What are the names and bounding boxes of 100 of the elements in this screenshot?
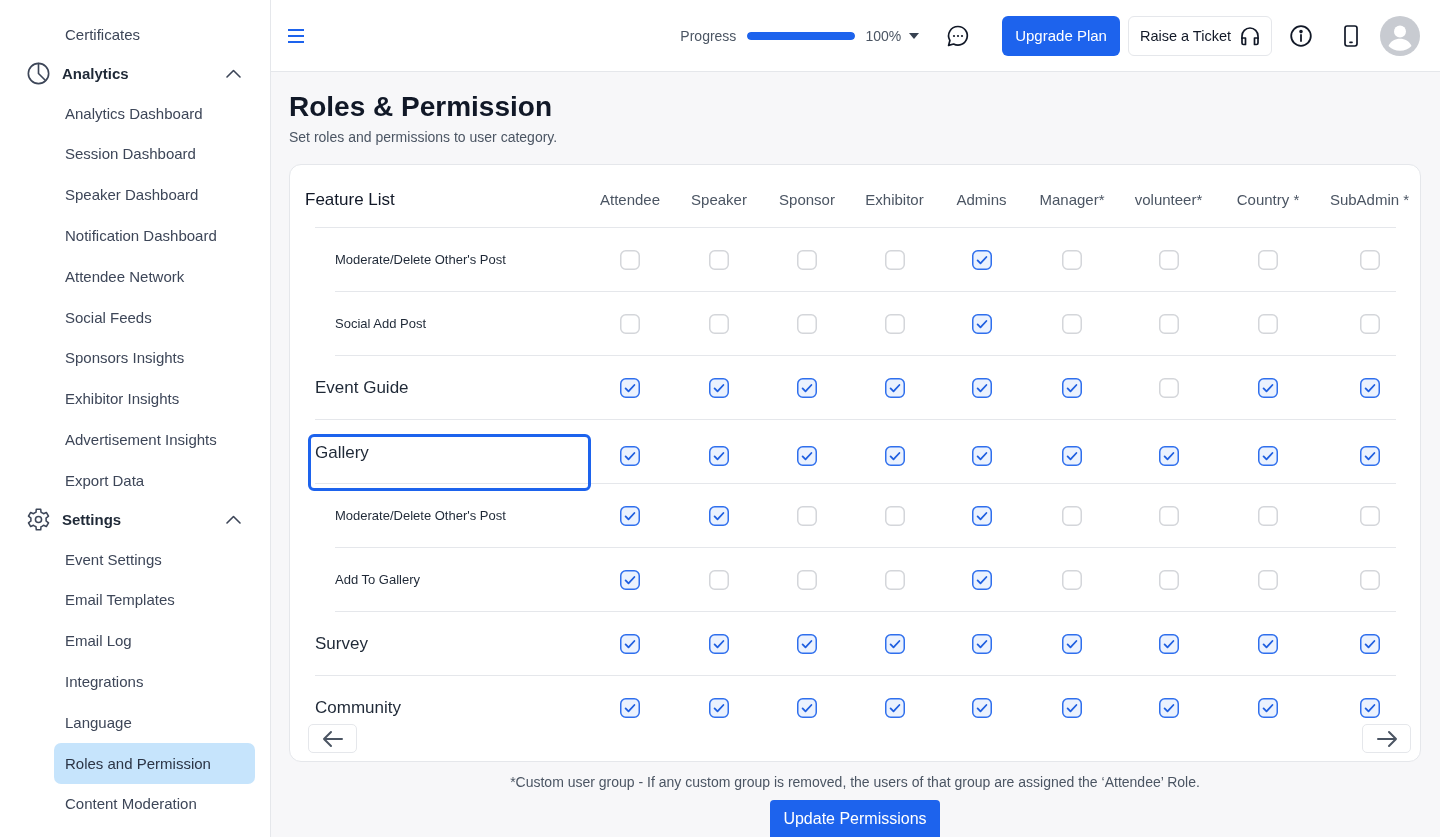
sidebar-item[interactable]: Attendee Network bbox=[54, 256, 255, 297]
checkbox[interactable] bbox=[797, 377, 817, 398]
sidebar-item[interactable]: Sponsors Insights bbox=[54, 337, 255, 379]
column-header: Exhibitor bbox=[865, 191, 924, 208]
checkbox[interactable] bbox=[1359, 633, 1380, 654]
page-subtitle: Set roles and permissions to user category. bbox=[289, 128, 558, 147]
checkbox[interactable] bbox=[971, 249, 992, 270]
sidebar-item[interactable]: Language bbox=[54, 701, 255, 743]
checkbox[interactable] bbox=[620, 697, 640, 718]
checkbox[interactable] bbox=[620, 445, 640, 466]
chat-bubble-icon[interactable] bbox=[946, 23, 971, 48]
sidebar-item[interactable]: Session Dashboard bbox=[54, 133, 255, 175]
sidebar-item[interactable]: Speaker Dashboard bbox=[54, 174, 255, 216]
column-header: SubAdmin * bbox=[1329, 191, 1410, 208]
sidebar-item[interactable]: Roles and Permission bbox=[54, 742, 255, 784]
permission-label: Add To Gallery bbox=[335, 572, 421, 587]
checkbox[interactable] bbox=[709, 505, 729, 526]
checkbox[interactable] bbox=[1158, 633, 1179, 654]
column-header: volunteer* bbox=[1134, 191, 1203, 208]
checkbox[interactable] bbox=[709, 377, 729, 398]
checkbox[interactable] bbox=[620, 633, 640, 654]
checkbox[interactable] bbox=[884, 377, 905, 398]
checkbox[interactable] bbox=[1258, 633, 1278, 654]
checkbox[interactable] bbox=[1258, 445, 1278, 466]
checkbox[interactable] bbox=[620, 505, 640, 526]
column-header: Country * bbox=[1236, 191, 1300, 208]
sidebar-item[interactable]: Email Templates bbox=[54, 579, 255, 621]
checkbox[interactable] bbox=[971, 445, 992, 466]
sidebar-item[interactable]: Email Log bbox=[54, 620, 255, 662]
checkbox[interactable] bbox=[620, 377, 640, 398]
checkbox[interactable] bbox=[971, 633, 992, 654]
sidebar-item[interactable]: Export Data bbox=[54, 459, 255, 501]
menu-icon[interactable] bbox=[288, 28, 304, 43]
checkbox[interactable] bbox=[971, 377, 992, 398]
sidebar-item[interactable]: Integrations bbox=[54, 661, 255, 702]
footnote-text: *Custom user group - If any custom group is removed, the users of that group are assigned the ‘Attendee’ Role. bbox=[510, 773, 1200, 792]
sidebar-item[interactable]: Exhibitor Insights bbox=[54, 378, 255, 420]
scroll-left-button[interactable] bbox=[308, 724, 357, 753]
checkbox[interactable] bbox=[1359, 377, 1380, 398]
sidebar-item[interactable]: Social Feeds bbox=[54, 296, 255, 338]
update-permissions-button[interactable]: Update Permissions bbox=[770, 800, 940, 837]
pie-chart-icon bbox=[27, 62, 50, 86]
sidebar-item[interactable]: Analytics Dashboard bbox=[54, 92, 255, 134]
info-icon[interactable] bbox=[1290, 24, 1312, 47]
checkbox[interactable] bbox=[971, 313, 992, 334]
scroll-right-button[interactable] bbox=[1362, 724, 1411, 753]
checkbox[interactable] bbox=[971, 569, 992, 590]
feature-label: Survey bbox=[315, 633, 368, 654]
feature-label: Gallery bbox=[308, 434, 591, 491]
gear-icon bbox=[27, 508, 50, 532]
checkbox[interactable] bbox=[1258, 697, 1278, 718]
feature-label: Community bbox=[315, 697, 401, 718]
checkbox[interactable] bbox=[1359, 445, 1380, 466]
checkbox[interactable] bbox=[620, 569, 640, 590]
checkbox[interactable] bbox=[1062, 633, 1082, 654]
column-header: Sponsor bbox=[779, 191, 835, 208]
column-header: Manager* bbox=[1039, 191, 1105, 208]
column-header: Attendee bbox=[599, 191, 661, 208]
mobile-phone-icon[interactable] bbox=[1344, 24, 1358, 47]
checkbox[interactable] bbox=[1158, 445, 1179, 466]
feature-label: Event Guide bbox=[315, 377, 409, 398]
sidebar-item[interactable]: Advertisement Insights bbox=[54, 419, 255, 460]
column-header: Feature List bbox=[305, 189, 395, 210]
progress-label: Progress bbox=[680, 27, 737, 44]
upgrade-plan-button[interactable]: Upgrade Plan bbox=[1002, 15, 1120, 56]
permission-label: Moderate/Delete Other's Post bbox=[335, 508, 506, 523]
permission-label: Moderate/Delete Other's Post bbox=[335, 252, 506, 267]
checkbox[interactable] bbox=[884, 633, 905, 654]
sidebar-group-toggle[interactable]: Analytics bbox=[27, 54, 241, 93]
checkbox[interactable] bbox=[709, 445, 729, 466]
sidebar-item[interactable]: Notification Dashboard bbox=[54, 215, 255, 256]
checkbox[interactable] bbox=[1258, 377, 1278, 398]
column-header: Speaker bbox=[691, 191, 747, 208]
column-header: Admins bbox=[956, 191, 1007, 208]
checkbox[interactable] bbox=[971, 697, 992, 718]
arrow-right-icon bbox=[1375, 728, 1398, 749]
checkbox[interactable] bbox=[884, 697, 905, 718]
raise-ticket-button[interactable]: Raise a Ticket bbox=[1127, 15, 1272, 56]
headphones-icon bbox=[1239, 24, 1261, 47]
checkbox[interactable] bbox=[709, 633, 729, 654]
permission-label: Social Add Post bbox=[335, 316, 427, 331]
sidebar-item[interactable]: Event Settings bbox=[54, 538, 255, 580]
checkbox[interactable] bbox=[1062, 377, 1082, 398]
sidebar-item[interactable]: Certificates bbox=[54, 14, 255, 55]
checkbox[interactable] bbox=[1062, 445, 1082, 466]
arrow-left-icon bbox=[321, 728, 344, 749]
checkbox[interactable] bbox=[797, 633, 817, 654]
checkbox[interactable] bbox=[1359, 697, 1380, 718]
sidebar-item[interactable]: Content Moderation bbox=[54, 783, 255, 825]
progress-value: 100% bbox=[865, 27, 902, 44]
checkbox[interactable] bbox=[884, 445, 905, 466]
checkbox[interactable] bbox=[1062, 697, 1082, 718]
checkbox[interactable] bbox=[797, 445, 817, 466]
checkbox[interactable] bbox=[1158, 697, 1179, 718]
sidebar-group-toggle[interactable]: Settings bbox=[27, 500, 241, 539]
checkbox[interactable] bbox=[709, 697, 729, 718]
checkbox[interactable] bbox=[971, 505, 992, 526]
checkbox[interactable] bbox=[797, 697, 817, 718]
page-title: Roles & Permission bbox=[289, 90, 552, 124]
caret-down-icon[interactable] bbox=[909, 32, 920, 39]
